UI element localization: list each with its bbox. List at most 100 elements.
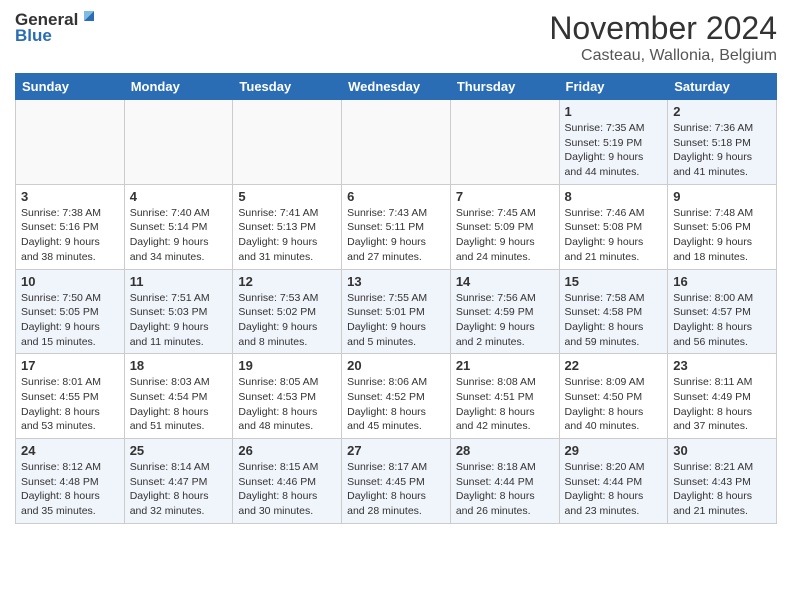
day-info: Sunrise: 7:56 AM Sunset: 4:59 PM Dayligh… xyxy=(456,291,554,350)
day-number: 27 xyxy=(347,443,445,458)
logo-arrow-icon xyxy=(80,7,98,25)
table-row: 18 Sunrise: 8:03 AM Sunset: 4:54 PM Dayli… xyxy=(124,354,233,439)
table-row: 10Sunrise: 7:50 AM Sunset: 5:05 PM Dayli… xyxy=(16,269,125,354)
day-info: Sunrise: 8:20 AM Sunset: 4:44 PM Dayligh… xyxy=(565,460,663,519)
table-row: 1 Sunrise: 7:35 AM Sunset: 5:19 PM Daylig… xyxy=(559,100,668,185)
table-row: 17Sunrise: 8:01 AM Sunset: 4:55 PM Dayli… xyxy=(16,354,125,439)
calendar-week-row: 1 Sunrise: 7:35 AM Sunset: 5:19 PM Daylig… xyxy=(16,100,777,185)
day-info: Sunrise: 7:36 AM Sunset: 5:18 PM Dayligh… xyxy=(673,121,771,180)
day-info: Sunrise: 8:08 AM Sunset: 4:51 PM Dayligh… xyxy=(456,375,554,434)
day-number: 4 xyxy=(130,189,228,204)
main-title: November 2024 xyxy=(549,10,777,47)
page-container: General Blue November 2024 Casteau, Wall… xyxy=(0,0,792,534)
table-row: 8Sunrise: 7:46 AM Sunset: 5:08 PM Daylig… xyxy=(559,184,668,269)
table-row: 21 Sunrise: 8:08 AM Sunset: 4:51 PM Dayli… xyxy=(450,354,559,439)
day-info: Sunrise: 8:11 AM Sunset: 4:49 PM Dayligh… xyxy=(673,375,771,434)
table-row: 24 Sunrise: 8:12 AM Sunset: 4:48 PM Dayli… xyxy=(16,439,125,524)
day-number: 22 xyxy=(565,358,663,373)
day-number: 11 xyxy=(130,274,228,289)
day-number: 24 xyxy=(21,443,119,458)
table-row: 20 Sunrise: 8:06 AM Sunset: 4:52 PM Dayli… xyxy=(342,354,451,439)
col-thursday: Thursday xyxy=(450,74,559,100)
day-info: Sunrise: 8:17 AM Sunset: 4:45 PM Dayligh… xyxy=(347,460,445,519)
day-info: Sunrise: 8:03 AM Sunset: 4:54 PM Dayligh… xyxy=(130,375,228,434)
calendar-week-row: 10Sunrise: 7:50 AM Sunset: 5:05 PM Dayli… xyxy=(16,269,777,354)
logo-blue-text: Blue xyxy=(15,26,52,46)
calendar-week-row: 17Sunrise: 8:01 AM Sunset: 4:55 PM Dayli… xyxy=(16,354,777,439)
calendar-table: Sunday Monday Tuesday Wednesday Thursday… xyxy=(15,73,777,524)
day-info: Sunrise: 8:05 AM Sunset: 4:53 PM Dayligh… xyxy=(238,375,336,434)
table-row: 19 Sunrise: 8:05 AM Sunset: 4:53 PM Dayli… xyxy=(233,354,342,439)
table-row: 28 Sunrise: 8:18 AM Sunset: 4:44 PM Dayli… xyxy=(450,439,559,524)
table-row: 5Sunrise: 7:41 AM Sunset: 5:13 PM Daylig… xyxy=(233,184,342,269)
calendar-header-row: Sunday Monday Tuesday Wednesday Thursday… xyxy=(16,74,777,100)
day-info: Sunrise: 7:51 AM Sunset: 5:03 PM Dayligh… xyxy=(130,291,228,350)
day-number: 2 xyxy=(673,104,771,119)
table-row: 9Sunrise: 7:48 AM Sunset: 5:06 PM Daylig… xyxy=(668,184,777,269)
table-row: 13Sunrise: 7:55 AM Sunset: 5:01 PM Dayli… xyxy=(342,269,451,354)
table-row: 30Sunrise: 8:21 AM Sunset: 4:43 PM Dayli… xyxy=(668,439,777,524)
day-number: 8 xyxy=(565,189,663,204)
day-info: Sunrise: 8:14 AM Sunset: 4:47 PM Dayligh… xyxy=(130,460,228,519)
title-block: November 2024 Casteau, Wallonia, Belgium xyxy=(549,10,777,65)
day-info: Sunrise: 7:53 AM Sunset: 5:02 PM Dayligh… xyxy=(238,291,336,350)
logo: General Blue xyxy=(15,10,98,46)
day-number: 7 xyxy=(456,189,554,204)
col-sunday: Sunday xyxy=(16,74,125,100)
table-row: 23 Sunrise: 8:11 AM Sunset: 4:49 PM Dayli… xyxy=(668,354,777,439)
day-number: 12 xyxy=(238,274,336,289)
day-info: Sunrise: 8:12 AM Sunset: 4:48 PM Dayligh… xyxy=(21,460,119,519)
day-info: Sunrise: 7:55 AM Sunset: 5:01 PM Dayligh… xyxy=(347,291,445,350)
day-number: 26 xyxy=(238,443,336,458)
day-number: 17 xyxy=(21,358,119,373)
page-header: General Blue November 2024 Casteau, Wall… xyxy=(15,10,777,65)
day-info: Sunrise: 8:15 AM Sunset: 4:46 PM Dayligh… xyxy=(238,460,336,519)
col-tuesday: Tuesday xyxy=(233,74,342,100)
table-row xyxy=(124,100,233,185)
day-number: 20 xyxy=(347,358,445,373)
table-row xyxy=(450,100,559,185)
day-number: 23 xyxy=(673,358,771,373)
day-info: Sunrise: 7:45 AM Sunset: 5:09 PM Dayligh… xyxy=(456,206,554,265)
day-number: 14 xyxy=(456,274,554,289)
day-info: Sunrise: 7:43 AM Sunset: 5:11 PM Dayligh… xyxy=(347,206,445,265)
col-monday: Monday xyxy=(124,74,233,100)
col-friday: Friday xyxy=(559,74,668,100)
day-number: 18 xyxy=(130,358,228,373)
day-info: Sunrise: 7:40 AM Sunset: 5:14 PM Dayligh… xyxy=(130,206,228,265)
table-row: 6Sunrise: 7:43 AM Sunset: 5:11 PM Daylig… xyxy=(342,184,451,269)
calendar-week-row: 3 Sunrise: 7:38 AM Sunset: 5:16 PM Daylig… xyxy=(16,184,777,269)
day-number: 21 xyxy=(456,358,554,373)
day-info: Sunrise: 8:00 AM Sunset: 4:57 PM Dayligh… xyxy=(673,291,771,350)
day-number: 3 xyxy=(21,189,119,204)
table-row: 2 Sunrise: 7:36 AM Sunset: 5:18 PM Daylig… xyxy=(668,100,777,185)
day-number: 19 xyxy=(238,358,336,373)
table-row: 3 Sunrise: 7:38 AM Sunset: 5:16 PM Daylig… xyxy=(16,184,125,269)
day-info: Sunrise: 8:09 AM Sunset: 4:50 PM Dayligh… xyxy=(565,375,663,434)
day-number: 5 xyxy=(238,189,336,204)
day-number: 28 xyxy=(456,443,554,458)
day-info: Sunrise: 7:50 AM Sunset: 5:05 PM Dayligh… xyxy=(21,291,119,350)
day-number: 9 xyxy=(673,189,771,204)
table-row: 12 Sunrise: 7:53 AM Sunset: 5:02 PM Dayli… xyxy=(233,269,342,354)
day-info: Sunrise: 7:38 AM Sunset: 5:16 PM Dayligh… xyxy=(21,206,119,265)
table-row xyxy=(233,100,342,185)
day-number: 29 xyxy=(565,443,663,458)
col-wednesday: Wednesday xyxy=(342,74,451,100)
day-info: Sunrise: 8:06 AM Sunset: 4:52 PM Dayligh… xyxy=(347,375,445,434)
table-row: 11 Sunrise: 7:51 AM Sunset: 5:03 PM Dayli… xyxy=(124,269,233,354)
day-number: 30 xyxy=(673,443,771,458)
day-info: Sunrise: 7:35 AM Sunset: 5:19 PM Dayligh… xyxy=(565,121,663,180)
day-info: Sunrise: 8:18 AM Sunset: 4:44 PM Dayligh… xyxy=(456,460,554,519)
day-number: 15 xyxy=(565,274,663,289)
day-number: 1 xyxy=(565,104,663,119)
table-row: 14 Sunrise: 7:56 AM Sunset: 4:59 PM Dayli… xyxy=(450,269,559,354)
day-number: 16 xyxy=(673,274,771,289)
calendar-week-row: 24 Sunrise: 8:12 AM Sunset: 4:48 PM Dayli… xyxy=(16,439,777,524)
table-row: 29 Sunrise: 8:20 AM Sunset: 4:44 PM Dayli… xyxy=(559,439,668,524)
table-row: 16 Sunrise: 8:00 AM Sunset: 4:57 PM Dayli… xyxy=(668,269,777,354)
table-row: 4 Sunrise: 7:40 AM Sunset: 5:14 PM Daylig… xyxy=(124,184,233,269)
table-row: 22 Sunrise: 8:09 AM Sunset: 4:50 PM Dayli… xyxy=(559,354,668,439)
day-info: Sunrise: 7:58 AM Sunset: 4:58 PM Dayligh… xyxy=(565,291,663,350)
table-row xyxy=(16,100,125,185)
